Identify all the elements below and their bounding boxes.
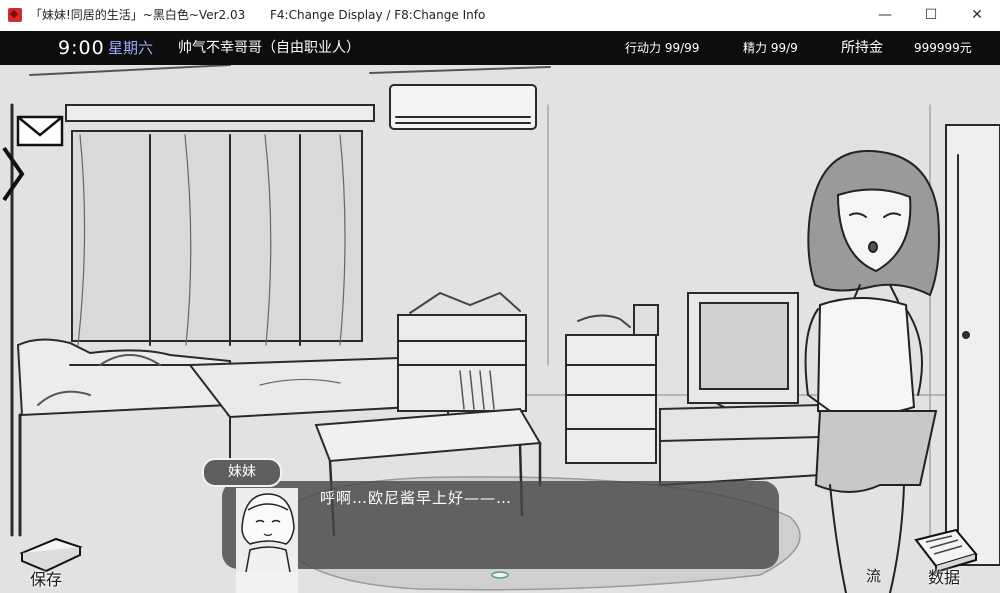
envelope-icon[interactable] (16, 115, 64, 147)
next-indicator-icon[interactable] (491, 571, 509, 579)
status-bar: 9:00 星期六 帅气不幸哥哥（自由职业人） 行动力 99/99 精力 99/9… (0, 31, 1000, 65)
window-title: 「妹妹!同居的生活」~黑白色~Ver2.03 (30, 8, 246, 22)
speaker-name-tag: 妹妹 (202, 458, 282, 487)
hotkey-hint: F4:Change Display / F8:Change Info (270, 8, 486, 22)
close-button[interactable]: ✕ (954, 0, 1000, 31)
energy: 精力 99/9 (743, 41, 798, 55)
side-arrow-icon[interactable] (0, 144, 26, 204)
clock-time: 9:00 (58, 37, 105, 59)
window-titlebar[interactable]: 「妹妹!同居的生活」~黑白色~Ver2.03 F4:Change Display… (0, 0, 1000, 31)
maximize-button[interactable]: ☐ (908, 0, 954, 31)
player-title: 帅气不幸哥哥（自由职业人） (178, 40, 360, 56)
chat-button[interactable]: 流 (866, 565, 881, 586)
dialogue-text: 呼啊…欧尼酱早上好——… (320, 489, 513, 507)
gold-amount: 999999元 (914, 41, 972, 55)
speaker-portrait (236, 488, 298, 572)
gold-label: 所持金 (841, 40, 883, 56)
save-button[interactable]: 保存 (30, 566, 62, 590)
data-button[interactable]: 数据 (928, 564, 960, 588)
weekday: 星期六 (108, 39, 154, 57)
app-icon (8, 8, 22, 22)
action-points: 行动力 99/99 (625, 41, 700, 55)
minimize-button[interactable]: — (862, 0, 908, 31)
